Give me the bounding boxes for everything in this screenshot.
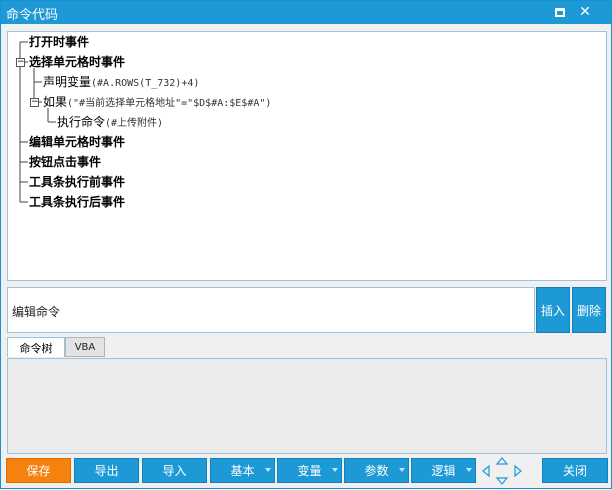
tree-node-args: (#上传附件) (105, 118, 164, 129)
tree-node-toolbar-after-event[interactable]: 工具条执行后事件 (29, 194, 125, 210)
export-button[interactable]: 导出 (74, 458, 139, 483)
tree-node-label: 编辑单元格时事件 (29, 135, 126, 149)
tree-node-label: 打开时事件 (29, 35, 90, 49)
tree-node-toolbar-before-event[interactable]: 工具条执行前事件 (29, 174, 125, 190)
close-button[interactable]: 关闭 (542, 458, 608, 483)
tree-node-edit-cell-event[interactable]: 编辑单元格时事件 (29, 134, 125, 150)
variable-label: 变量 (297, 464, 322, 478)
tree-node-declare-variable[interactable]: 声明变量(#A.ROWS(T_732)+4) (43, 74, 199, 90)
maximize-icon (555, 7, 565, 17)
tree-node-label: 选择单元格时事件 (29, 55, 126, 69)
close-icon: ✕ (579, 4, 591, 20)
tree-node-label: 按钮点击事件 (29, 155, 102, 169)
maximize-button[interactable] (550, 3, 570, 21)
logic-label: 逻辑 (431, 464, 456, 478)
basic-label: 基本 (230, 464, 255, 478)
tab-content-panel (7, 358, 607, 454)
logic-dropdown-button[interactable]: 逻辑 (411, 458, 476, 483)
navigation-arrows-svg (482, 457, 522, 485)
tree-node-args: ("#当前选择单元格地址"="$D$#A:$E$#A") (67, 98, 272, 109)
basic-dropdown-button[interactable]: 基本 (210, 458, 275, 483)
tree-node-if[interactable]: 如果("#当前选择单元格地址"="$D$#A:$E$#A") (43, 94, 271, 110)
tree-node-label: 工具条执行后事件 (29, 195, 126, 209)
tree-node-execute-command[interactable]: 执行命令(#上传附件) (57, 114, 163, 130)
tab-vba[interactable]: VBA (65, 337, 105, 357)
navigation-arrows-icon[interactable] (479, 456, 525, 486)
tree-node-label: 工具条执行前事件 (29, 175, 126, 189)
chevron-down-icon (332, 468, 338, 472)
window-title: 命令代码 (6, 8, 59, 23)
delete-button[interactable]: 删除 (572, 287, 606, 333)
import-button[interactable]: 导入 (142, 458, 207, 483)
command-tree-panel: − − 打开时事件 选择单元格时事件 声明变量(#A.ROWS(T_732)+4… (7, 31, 607, 281)
title-bar: 命令代码 ✕ (1, 1, 611, 24)
params-dropdown-button[interactable]: 参数 (344, 458, 409, 483)
chevron-down-icon (399, 468, 405, 472)
tree-node-label: 如果 (43, 95, 68, 109)
command-code-window: 命令代码 ✕ − − 打开时事件 选择单元格时事件 声明变量(#A.ROWS(T… (0, 0, 612, 489)
collapse-toggle-select-event[interactable]: − (16, 58, 25, 67)
tree-node-label: 执行命令 (57, 115, 106, 129)
chevron-down-icon (466, 468, 472, 472)
close-window-button[interactable]: ✕ (575, 3, 595, 21)
tree-node-label: 声明变量 (43, 75, 92, 89)
tree-node-open-event[interactable]: 打开时事件 (29, 34, 89, 50)
chevron-down-icon (265, 468, 271, 472)
tree-node-select-cell-event[interactable]: 选择单元格时事件 (29, 54, 125, 70)
variable-dropdown-button[interactable]: 变量 (277, 458, 342, 483)
params-label: 参数 (364, 464, 389, 478)
collapse-toggle-if[interactable]: − (30, 98, 39, 107)
save-button[interactable]: 保存 (6, 458, 71, 483)
tree-node-button-click-event[interactable]: 按钮点击事件 (29, 154, 101, 170)
tab-command-tree[interactable]: 命令树 (7, 337, 65, 357)
tree-node-args: (#A.ROWS(T_732)+4) (91, 78, 200, 89)
command-edit-input[interactable]: 编辑命令 (7, 287, 535, 333)
insert-button[interactable]: 插入 (536, 287, 570, 333)
